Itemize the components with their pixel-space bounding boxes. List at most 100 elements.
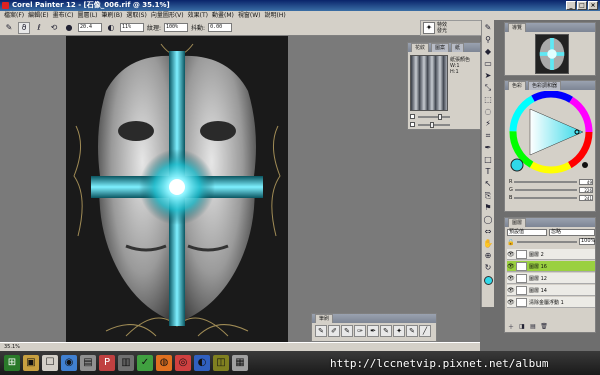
texture-scale-slider[interactable] bbox=[418, 114, 450, 120]
tab-paper[interactable]: 紙 bbox=[451, 43, 465, 52]
layer-row[interactable]: 👁 清除金屬浮動 1 bbox=[507, 297, 595, 308]
blue-slider[interactable] bbox=[514, 197, 577, 199]
layer-mask-icon[interactable]: ◨ bbox=[518, 322, 526, 330]
taskbar-app-icon[interactable]: ◐ bbox=[194, 355, 210, 371]
taskbar-app-icon[interactable]: ▣ bbox=[23, 355, 39, 371]
brush-preset-icon[interactable]: ✒ bbox=[367, 325, 379, 337]
menu-file[interactable]: 檔案(F) bbox=[4, 11, 24, 20]
taskbar-app-icon[interactable]: ☐ bbox=[42, 355, 58, 371]
taskbar-app-icon[interactable]: ✓ bbox=[137, 355, 153, 371]
opacity-input[interactable]: 11% bbox=[120, 23, 144, 32]
start-button-icon[interactable]: ⊞ bbox=[4, 355, 20, 371]
minimize-button[interactable]: _ bbox=[566, 1, 576, 10]
rotate-page-icon[interactable]: ↻ bbox=[483, 262, 494, 273]
taskbar-app-icon[interactable]: ▥ bbox=[118, 355, 134, 371]
maximize-button[interactable]: □ bbox=[577, 1, 587, 10]
menu-brushes[interactable]: 筆刷(B) bbox=[102, 11, 123, 20]
taskbar-app-icon[interactable]: ◉ bbox=[61, 355, 77, 371]
text-icon[interactable]: T bbox=[483, 166, 494, 177]
taskbar-app-icon[interactable]: ◍ bbox=[156, 355, 172, 371]
green-slider[interactable] bbox=[514, 189, 577, 191]
tab-patterns[interactable]: 花紋 bbox=[411, 43, 430, 52]
navigator-thumbnail[interactable] bbox=[535, 34, 569, 74]
magic-wand-icon[interactable]: ⚡ bbox=[483, 118, 494, 129]
reset-tool-icon[interactable]: ⟲ bbox=[48, 22, 60, 34]
menu-shapes[interactable]: 向量圖形(V) bbox=[151, 11, 184, 20]
taskbar-app-icon[interactable]: ▤ bbox=[80, 355, 96, 371]
brush-preset-icon[interactable]: ✦ bbox=[393, 325, 405, 337]
menu-effects[interactable]: 效果(T) bbox=[188, 11, 208, 20]
blue-value[interactable]: 241 bbox=[579, 195, 593, 201]
main-color-swatch[interactable] bbox=[483, 276, 493, 285]
dodge-icon[interactable]: ◯ bbox=[483, 214, 494, 225]
tab-color[interactable]: 色彩 bbox=[508, 81, 527, 90]
layer-row[interactable]: 👁 圖層 12 bbox=[507, 273, 595, 284]
zoom-icon[interactable]: ⊕ bbox=[483, 250, 494, 261]
document-canvas[interactable] bbox=[66, 36, 288, 343]
tab-navigator[interactable]: 導覽 bbox=[508, 23, 527, 32]
brush-preset-icon[interactable]: ✐ bbox=[328, 325, 340, 337]
visibility-eye-icon[interactable]: 👁 bbox=[507, 287, 515, 294]
rect-select-icon[interactable]: ⬚ bbox=[483, 94, 494, 105]
tab-images[interactable]: 圖案 bbox=[431, 43, 450, 52]
hand-icon[interactable]: ✋ bbox=[483, 238, 494, 249]
taskbar-app-icon[interactable]: ▦ bbox=[232, 355, 248, 371]
visibility-eye-icon[interactable]: 👁 bbox=[507, 251, 515, 258]
tab-layers[interactable]: 圖層 bbox=[508, 218, 527, 227]
visibility-eye-icon[interactable]: 👁 bbox=[507, 275, 515, 282]
menu-movie[interactable]: 動畫(M) bbox=[212, 11, 234, 20]
jitter-input[interactable]: 0.00 bbox=[208, 23, 233, 32]
layer-group-icon[interactable]: ▤ bbox=[529, 322, 537, 330]
shape-select-icon[interactable]: ↖ bbox=[483, 178, 494, 189]
composite-depth-select[interactable]: 忽略 bbox=[549, 229, 595, 236]
paint-bucket-icon[interactable]: ◆ bbox=[483, 46, 494, 57]
brush-size-input[interactable]: 20.4 bbox=[78, 23, 102, 32]
lasso-icon[interactable]: ◌ bbox=[483, 106, 494, 117]
grain-input[interactable]: 100% bbox=[164, 23, 189, 32]
taskbar-app-icon[interactable]: ◫ bbox=[213, 355, 229, 371]
visibility-eye-icon[interactable]: 👁 bbox=[507, 263, 515, 270]
red-slider[interactable] bbox=[514, 181, 577, 183]
brush-selector[interactable]: ✦ 特效 發光 bbox=[420, 20, 484, 36]
brush-preset-icon[interactable]: ╱ bbox=[419, 325, 431, 337]
texture-preview[interactable] bbox=[410, 55, 448, 111]
tab-color-harmonies[interactable]: 色彩調和器 bbox=[528, 81, 562, 90]
clone-icon[interactable]: ⎘ bbox=[483, 190, 494, 201]
rectangle-shape-icon[interactable]: □ bbox=[483, 154, 494, 165]
brush-preset-icon[interactable]: ✎ bbox=[341, 325, 353, 337]
brush-preset-icon[interactable]: ✎ bbox=[380, 325, 392, 337]
brush-icon[interactable]: ✎ bbox=[483, 22, 494, 33]
layer-opacity-value[interactable]: 100% bbox=[579, 238, 595, 245]
layer-row[interactable]: 👁 圖層 2 bbox=[507, 249, 595, 260]
brush-preset-icon[interactable]: ✎ bbox=[315, 325, 327, 337]
pen-icon[interactable]: ✒ bbox=[483, 142, 494, 153]
delete-layer-icon[interactable]: 🗑 bbox=[540, 322, 548, 330]
menu-select[interactable]: 選取(S) bbox=[126, 11, 147, 20]
texture-checkbox[interactable] bbox=[410, 122, 415, 127]
texture-checkbox[interactable] bbox=[410, 114, 415, 119]
layer-row[interactable]: 👁 圖層 14 bbox=[507, 285, 595, 296]
brush-preset-icon[interactable]: ✑ bbox=[354, 325, 366, 337]
color-wheel[interactable] bbox=[505, 91, 597, 176]
crop-icon[interactable]: ⌗ bbox=[483, 130, 494, 141]
new-layer-icon[interactable]: ＋ bbox=[507, 322, 515, 331]
texture-contrast-slider[interactable] bbox=[418, 122, 450, 128]
zoom-level[interactable]: 35.1% bbox=[4, 344, 20, 350]
layer-adjuster-icon[interactable]: ➤ bbox=[483, 70, 494, 81]
layer-row-active[interactable]: 👁 圖層 16 bbox=[507, 261, 595, 272]
close-button[interactable]: × bbox=[588, 1, 598, 10]
menu-layers[interactable]: 圖層(L) bbox=[78, 11, 98, 20]
green-value[interactable]: 226 bbox=[579, 187, 593, 193]
composite-method-select[interactable]: 預設值 bbox=[507, 229, 547, 236]
menu-canvas[interactable]: 畫布(C) bbox=[53, 11, 74, 20]
freehand-stroke-icon[interactable]: ϑ bbox=[18, 21, 30, 34]
visibility-eye-icon[interactable]: 👁 bbox=[507, 299, 515, 306]
eraser-icon[interactable]: ▭ bbox=[483, 58, 494, 69]
menu-help[interactable]: 說明(H) bbox=[264, 11, 285, 20]
layer-opacity-slider[interactable] bbox=[517, 241, 577, 243]
taskbar-app-icon[interactable]: ◎ bbox=[175, 355, 191, 371]
brush-preset-icon[interactable]: ✎ bbox=[406, 325, 418, 337]
brush-tool-icon[interactable]: ✎ bbox=[3, 22, 15, 34]
rubber-stamp-icon[interactable]: ⚑ bbox=[483, 202, 494, 213]
straight-line-icon[interactable]: ℓ bbox=[33, 22, 45, 34]
